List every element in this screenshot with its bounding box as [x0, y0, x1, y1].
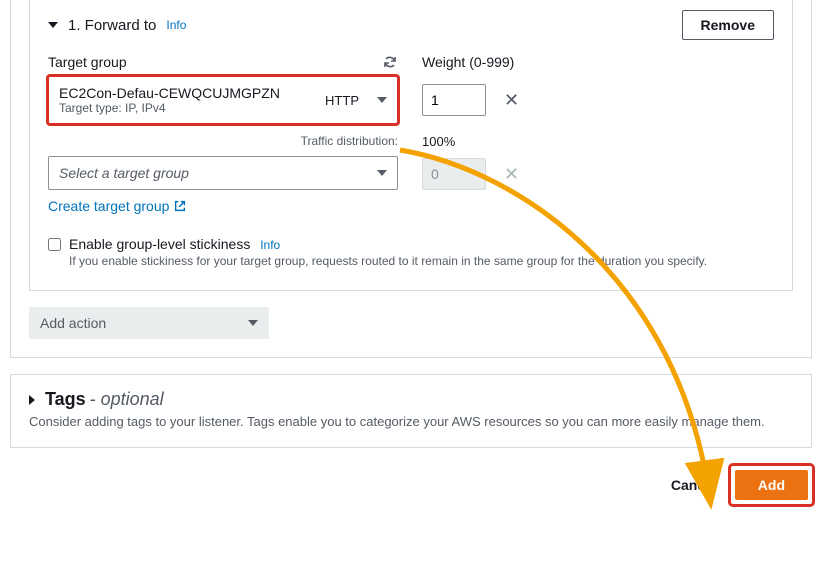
add-action-select[interactable]: Add action: [29, 307, 269, 339]
target-group-label-row: Target group: [48, 54, 398, 70]
add-action-label: Add action: [40, 315, 106, 331]
stickiness-desc: If you enable stickiness for your target…: [69, 254, 707, 268]
target-group-selected-name: EC2Con-Defau-CEWQCUJMGPZN: [59, 85, 280, 101]
refresh-icon[interactable]: [382, 54, 398, 70]
tags-header[interactable]: Tags - optional: [29, 389, 793, 410]
forward-header-row: 1. Forward to Info Remove: [48, 10, 774, 40]
remove-button[interactable]: Remove: [682, 10, 774, 40]
caret-right-icon: [29, 395, 35, 405]
stickiness-label: Enable group-level stickiness: [69, 236, 250, 252]
target-group-placeholder: Select a target group: [59, 165, 189, 181]
add-button-highlight: Add: [731, 466, 812, 504]
tags-title: Tags: [45, 389, 86, 409]
target-group-protocol: HTTP: [325, 93, 359, 108]
add-button[interactable]: Add: [735, 470, 808, 500]
weight-input-secondary: [422, 158, 486, 190]
chevron-down-icon: [377, 170, 387, 176]
tags-optional: - optional: [90, 389, 164, 409]
remove-weight-icon[interactable]: ✕: [504, 90, 519, 111]
target-group-label: Target group: [48, 54, 127, 70]
cancel-button[interactable]: Cancel: [671, 477, 717, 493]
forward-title: 1. Forward to: [68, 17, 156, 34]
chevron-down-icon: [377, 97, 387, 103]
create-target-group-text: Create target group: [48, 198, 169, 214]
stickiness-checkbox[interactable]: [48, 238, 61, 251]
tags-panel: Tags - optional Consider adding tags to …: [10, 374, 812, 448]
forward-header-left[interactable]: 1. Forward to Info: [48, 17, 186, 34]
fields-row: Target group EC2Con-Defau-CEWQCUJMGPZN T…: [48, 54, 774, 214]
remove-weight-icon-disabled: ✕: [504, 164, 519, 185]
traffic-value: 100%: [422, 134, 774, 149]
weight-label: Weight (0-999): [422, 54, 514, 70]
target-group-select-secondary[interactable]: Select a target group: [48, 156, 398, 190]
target-group-select-primary[interactable]: EC2Con-Defau-CEWQCUJMGPZN Target type: I…: [48, 76, 398, 124]
tags-description: Consider adding tags to your listener. T…: [29, 414, 793, 429]
footer-row: Cancel Add: [0, 448, 822, 514]
stickiness-info-link[interactable]: Info: [260, 238, 280, 252]
forward-info-link[interactable]: Info: [166, 18, 186, 32]
external-link-icon: [173, 199, 187, 213]
stickiness-row: Enable group-level stickiness Info If yo…: [48, 236, 774, 268]
weight-input-primary[interactable]: [422, 84, 486, 116]
caret-down-icon: [48, 22, 58, 28]
chevron-down-icon: [248, 320, 258, 326]
action-config-panel: 1. Forward to Info Remove Target group: [10, 0, 812, 358]
target-group-selected-subtype: Target type: IP, IPv4: [59, 101, 280, 115]
target-group-column: Target group EC2Con-Defau-CEWQCUJMGPZN T…: [48, 54, 398, 214]
traffic-distribution-label: Traffic distribution:: [48, 134, 398, 148]
create-target-group-link[interactable]: Create target group: [48, 198, 187, 214]
weight-column: Weight (0-999) ✕ 100% ✕: [422, 54, 774, 191]
forward-action-panel: 1. Forward to Info Remove Target group: [29, 0, 793, 291]
